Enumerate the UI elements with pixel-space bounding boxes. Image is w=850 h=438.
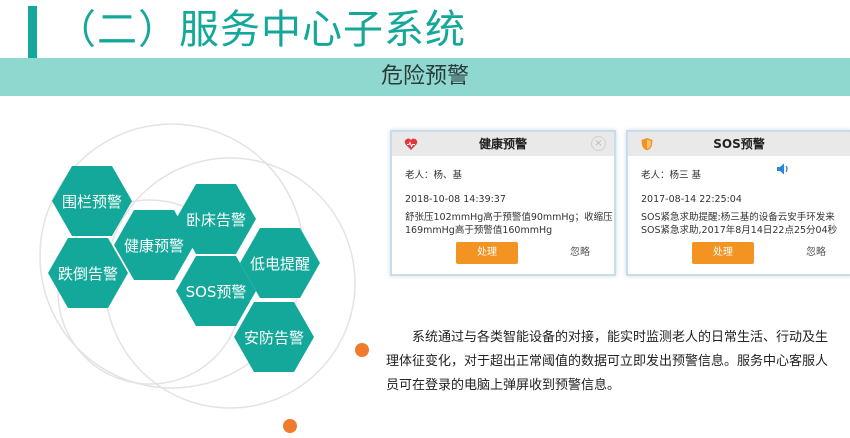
hex-label: 低电提醒 [249, 254, 310, 273]
hex-label: 安防告警 [243, 328, 304, 347]
card-title: 健康预警 [478, 137, 527, 151]
elder-name: 老人：杨、基 [405, 170, 463, 181]
close-icon[interactable]: × [591, 136, 606, 151]
ignore-link[interactable]: 忽略 [570, 242, 590, 264]
alert-message-line1: 舒张压102mmHg高于预警值90mmHg；收缩压 [405, 212, 613, 223]
card-title: SOS预警 [713, 137, 765, 151]
health-alert-card: 健康预警 × 老人：杨、基 2018-10-08 14:39:37 舒张压102… [390, 130, 616, 276]
handle-button[interactable]: 处理 [692, 242, 754, 264]
card-header: 健康预警 × [392, 132, 614, 156]
hex-label: 跌倒告警 [57, 264, 118, 283]
hex-label: 围栏预警 [61, 192, 122, 211]
description-text: 系统通过与各类智能设备的对接，能实时监测老人的日常生活、行动及生理体征变化，对于… [386, 330, 829, 393]
alert-message-line1: SOS紧急求助提醒:杨三基的设备云安手环发来 [641, 212, 835, 223]
ignore-link[interactable]: 忽略 [806, 242, 826, 264]
speaker-icon[interactable] [776, 162, 790, 176]
hex-label: 健康预警 [123, 236, 184, 255]
card-header: SOS预警 [628, 132, 850, 156]
deco-dot-orange [283, 419, 297, 433]
hex-label: SOS预警 [185, 282, 247, 301]
sos-alert-card: SOS预警 老人：杨三 基 2017-08-14 22:25:04 SOS紧急求… [626, 130, 850, 276]
alert-message-line2: 169mmHg高于预警值160mmHg [405, 225, 553, 236]
handle-button[interactable]: 处理 [456, 242, 518, 264]
alert-time: 2017-08-14 22:25:04 [641, 194, 742, 205]
elder-name: 老人：杨三 基 [641, 170, 702, 181]
alert-time: 2018-10-08 14:39:37 [405, 194, 506, 205]
hex-label: 卧床告警 [185, 210, 246, 229]
deco-dot-orange [355, 343, 369, 357]
alert-message-line2: SOS紧急求助,2017年8月14日22点25分04秒 [641, 225, 838, 236]
